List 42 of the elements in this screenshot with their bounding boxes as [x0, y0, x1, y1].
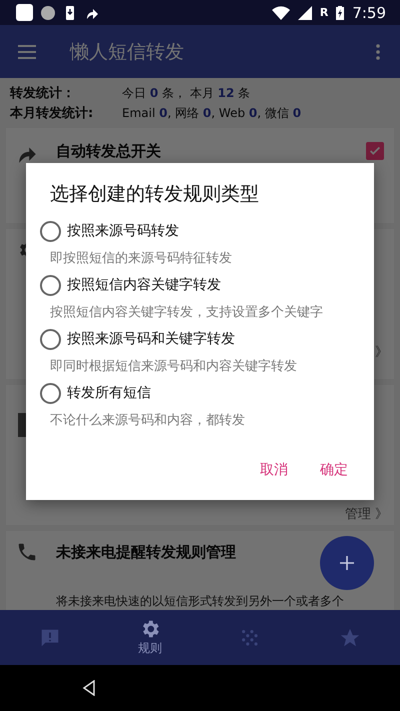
check-icon — [368, 144, 382, 158]
more-link[interactable]: 》 — [375, 343, 388, 361]
nav-tab[interactable]: 规则 — [100, 610, 200, 665]
wifi-icon — [272, 6, 290, 20]
dialog-title: 选择创建的转发规则类型 — [50, 182, 260, 207]
stat-value: Email 0, 网络 0, Web 0, 微信 0 — [122, 105, 302, 122]
option-description: 按照短信内容关键字转发，支持设置多个关键字 — [50, 304, 324, 321]
dialog-button[interactable]: 取消 — [254, 457, 294, 483]
option-label[interactable]: 按照短信内容关键字转发 — [67, 276, 221, 294]
notification-icon — [16, 4, 33, 21]
option-description: 不论什么来源号码和内容，都转发 — [50, 412, 246, 429]
phone-icon — [16, 541, 38, 563]
clock: 7:59 — [352, 4, 386, 22]
radio-button[interactable] — [40, 382, 61, 404]
circle-icon — [41, 6, 55, 20]
battery-icon — [336, 6, 344, 20]
back-icon[interactable] — [82, 680, 96, 696]
checkbox[interactable] — [366, 142, 384, 160]
stat-label: 转发统计： — [10, 84, 76, 102]
card-title: 未接来电提醒转发规则管理 — [56, 542, 237, 562]
radio-button[interactable] — [40, 274, 61, 296]
dialog-button[interactable]: 确定 — [314, 457, 354, 483]
plus-icon — [339, 555, 355, 571]
more-icon[interactable] — [376, 44, 380, 60]
menu-icon[interactable] — [18, 44, 36, 58]
manage-link[interactable]: 管理 》 — [344, 505, 388, 523]
option-description: 即按照短信的来源号码特征转发 — [50, 250, 233, 267]
option-label[interactable]: 按照来源号码和关键字转发 — [67, 330, 235, 348]
option-description: 即同时根据短信来源号码和内容关键字转发 — [50, 358, 298, 375]
radio-button[interactable] — [40, 328, 61, 350]
card-description: 将未接来电快速的以短信形式转发到另外一个或者多个 — [56, 593, 345, 610]
stat-label: 本月转发统计: — [10, 104, 94, 122]
signal-icon — [298, 6, 312, 20]
network-type: R — [320, 6, 328, 19]
radio-button[interactable] — [40, 220, 61, 242]
switch-label: 自动转发总开关 — [56, 142, 162, 161]
option-label[interactable]: 转发所有短信 — [67, 384, 151, 402]
phone-download-icon — [63, 6, 77, 20]
app-title: 懒人短信转发 — [70, 40, 185, 64]
stat-value: 今日 0 条， 本月 12 条 — [122, 85, 250, 102]
option-label[interactable]: 按照来源号码转发 — [67, 222, 179, 240]
star-icon — [339, 626, 361, 648]
